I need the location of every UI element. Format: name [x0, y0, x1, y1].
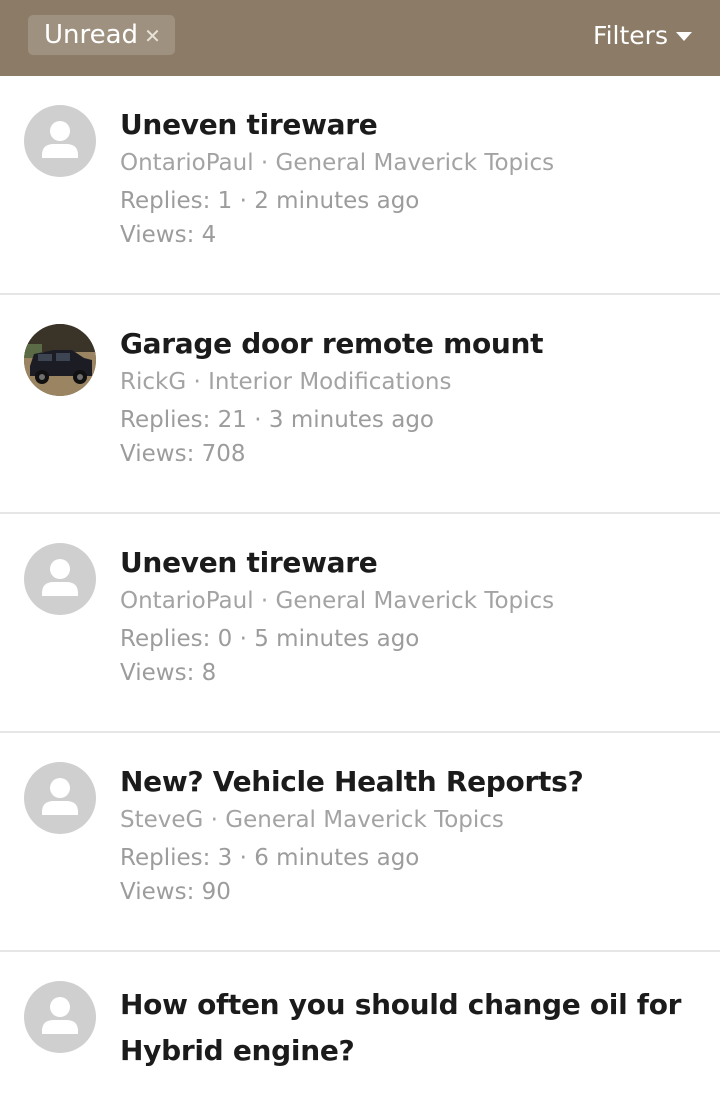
thread-views: Views: 708 — [120, 441, 246, 467]
unread-filter-chip[interactable]: Unread ✕ — [28, 15, 175, 55]
thread-meta: SteveG · General Maverick Topics — [120, 803, 700, 837]
thread-replies: Replies: 1 · 2 minutes ago — [120, 188, 420, 214]
filters-label: Filters — [593, 20, 668, 50]
top-filter-bar: Unread ✕ Filters — [0, 0, 720, 76]
thread-row[interactable]: New? Vehicle Health Reports? SteveG · Ge… — [0, 733, 720, 952]
thread-forum[interactable]: General Maverick Topics — [276, 588, 555, 614]
meta-separator: · — [203, 807, 226, 833]
default-user-icon[interactable] — [24, 105, 96, 177]
meta-separator: · — [253, 588, 276, 614]
thread-views: Views: 4 — [120, 222, 217, 248]
thread-list: Uneven tireware OntarioPaul · General Ma… — [0, 76, 720, 1112]
close-icon[interactable]: ✕ — [144, 24, 161, 48]
caret-down-icon — [676, 31, 692, 41]
default-user-icon[interactable] — [24, 543, 96, 615]
thread-replies: Replies: 21 · 3 minutes ago — [120, 407, 434, 433]
default-user-icon[interactable] — [24, 762, 96, 834]
thread-row[interactable]: How often you should change oil for Hybr… — [0, 952, 720, 1112]
truck-photo-avatar[interactable] — [24, 324, 96, 396]
thread-meta: RickG · Interior Modifications — [120, 365, 700, 399]
thread-row[interactable]: Uneven tireware OntarioPaul · General Ma… — [0, 514, 720, 733]
thread-forum[interactable]: General Maverick Topics — [225, 807, 504, 833]
thread-row[interactable]: Uneven tireware OntarioPaul · General Ma… — [0, 76, 720, 295]
thread-forum[interactable]: General Maverick Topics — [276, 150, 555, 176]
thread-meta: OntarioPaul · General Maverick Topics — [120, 146, 700, 180]
thread-title[interactable]: How often you should change oil for Hybr… — [120, 982, 700, 1074]
thread-title[interactable]: New? Vehicle Health Reports? — [120, 763, 700, 801]
unread-chip-label: Unread — [44, 20, 139, 50]
thread-replies: Replies: 3 · 6 minutes ago — [120, 845, 420, 871]
thread-author[interactable]: RickG — [120, 369, 186, 395]
thread-row[interactable]: Garage door remote mount RickG · Interio… — [0, 295, 720, 514]
thread-author[interactable]: OntarioPaul — [120, 150, 254, 176]
thread-title[interactable]: Uneven tireware — [120, 106, 700, 144]
thread-views: Views: 8 — [120, 660, 217, 686]
filters-button[interactable]: Filters — [593, 18, 692, 52]
thread-replies: Replies: 0 · 5 minutes ago — [120, 626, 420, 652]
thread-forum[interactable]: Interior Modifications — [208, 369, 451, 395]
meta-separator: · — [253, 150, 276, 176]
thread-views: Views: 90 — [120, 879, 231, 905]
thread-title[interactable]: Garage door remote mount — [120, 325, 700, 363]
thread-author[interactable]: OntarioPaul — [120, 588, 254, 614]
thread-title[interactable]: Uneven tireware — [120, 544, 700, 582]
meta-separator: · — [186, 369, 209, 395]
thread-meta: OntarioPaul · General Maverick Topics — [120, 584, 700, 618]
default-user-icon[interactable] — [24, 981, 96, 1053]
thread-author[interactable]: SteveG — [120, 807, 203, 833]
